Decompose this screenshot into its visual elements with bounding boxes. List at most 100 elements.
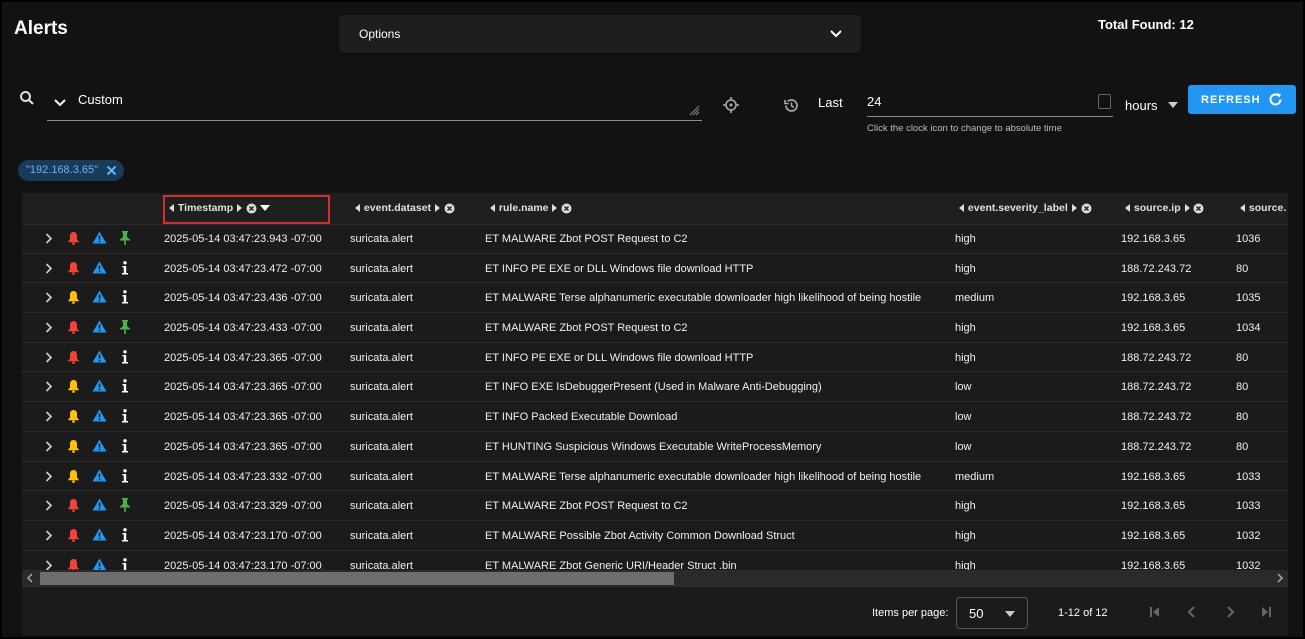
bell-icon[interactable] xyxy=(67,290,80,305)
table-row[interactable]: 2025-05-14 03:47:23.365 -07:00 suricata.a… xyxy=(22,402,1288,432)
move-right-icon[interactable] xyxy=(551,204,558,213)
chevron-right-icon[interactable] xyxy=(45,292,53,303)
pin-icon[interactable] xyxy=(119,231,131,245)
table-row[interactable]: 2025-05-14 03:47:23.365 -07:00 suricata.a… xyxy=(22,343,1288,373)
bell-icon[interactable] xyxy=(67,439,80,453)
chevron-right-icon[interactable] xyxy=(45,500,53,511)
chevron-right-icon[interactable] xyxy=(45,322,53,333)
warning-icon[interactable] xyxy=(92,469,107,482)
column-header-source-ip[interactable]: source.ip xyxy=(1124,202,1204,214)
warning-icon[interactable] xyxy=(92,528,107,541)
column-header-rule-name[interactable]: rule.name xyxy=(489,202,572,214)
table-row[interactable]: 2025-05-14 03:47:23.170 -07:00 suricata.a… xyxy=(22,521,1288,551)
warning-icon[interactable] xyxy=(92,439,107,452)
filter-chip[interactable]: "192.168.3.65" xyxy=(18,160,124,181)
info-icon[interactable] xyxy=(121,260,129,275)
chevron-down-icon[interactable] xyxy=(54,98,66,108)
table-row[interactable]: 2025-05-14 03:47:23.329 -07:00 suricata.a… xyxy=(22,491,1288,521)
time-unit-select[interactable]: hours xyxy=(1125,98,1158,113)
items-per-page-select[interactable]: 50 xyxy=(956,597,1028,629)
table-row[interactable]: 2025-05-14 03:47:23.943 -07:00 suricata.a… xyxy=(22,224,1288,254)
warning-icon[interactable] xyxy=(92,379,107,392)
number-spinner[interactable] xyxy=(1098,94,1111,109)
table-row[interactable]: 2025-05-14 03:47:23.365 -07:00 suricata.a… xyxy=(22,372,1288,403)
previous-page-icon[interactable] xyxy=(1186,606,1198,618)
scroll-right-icon[interactable] xyxy=(1276,573,1284,583)
table-row[interactable]: 2025-05-14 03:47:23.436 -07:00 suricata.a… xyxy=(22,283,1288,314)
refresh-button[interactable]: REFRESH xyxy=(1188,85,1296,114)
warning-icon[interactable] xyxy=(92,350,107,363)
info-icon[interactable] xyxy=(121,379,129,393)
column-header-timestamp[interactable]: Timestamp xyxy=(168,202,270,214)
move-left-icon[interactable] xyxy=(958,204,965,213)
remove-column-icon[interactable] xyxy=(1081,203,1092,214)
time-value-input[interactable]: 24 xyxy=(867,88,1113,117)
move-left-icon[interactable] xyxy=(168,204,175,213)
move-left-icon[interactable] xyxy=(489,204,496,213)
move-right-icon[interactable] xyxy=(434,204,441,213)
info-icon[interactable] xyxy=(121,527,129,542)
move-left-icon[interactable] xyxy=(1239,204,1246,213)
chevron-right-icon[interactable] xyxy=(45,470,53,482)
warning-icon[interactable] xyxy=(92,261,107,274)
chevron-right-icon[interactable] xyxy=(45,411,53,422)
chevron-right-icon[interactable] xyxy=(45,530,53,541)
info-icon[interactable] xyxy=(121,290,129,304)
chevron-right-icon[interactable] xyxy=(45,559,53,571)
info-icon[interactable] xyxy=(121,438,129,453)
bell-icon[interactable] xyxy=(67,350,80,364)
bell-icon[interactable] xyxy=(67,320,80,334)
caret-down-icon[interactable] xyxy=(1168,102,1178,108)
close-icon[interactable] xyxy=(106,165,117,176)
bell-icon[interactable] xyxy=(67,528,80,542)
bell-icon[interactable] xyxy=(67,261,80,275)
warning-icon[interactable] xyxy=(92,498,107,511)
chevron-right-icon[interactable] xyxy=(45,381,53,393)
table-row[interactable]: 2025-05-14 03:47:23.433 -07:00 suricata.a… xyxy=(22,313,1288,343)
last-page-icon[interactable] xyxy=(1260,606,1272,618)
next-page-icon[interactable] xyxy=(1224,606,1236,618)
bell-icon[interactable] xyxy=(67,469,80,483)
move-right-icon[interactable] xyxy=(1071,204,1078,213)
move-left-icon[interactable] xyxy=(354,204,361,213)
scroll-left-icon[interactable] xyxy=(26,573,34,583)
table-row[interactable]: 2025-05-14 03:47:23.332 -07:00 suricata.a… xyxy=(22,462,1288,492)
chevron-right-icon[interactable] xyxy=(45,263,53,274)
horizontal-scrollbar[interactable] xyxy=(22,570,1288,587)
warning-icon[interactable] xyxy=(92,290,107,303)
query-input[interactable]: Custom xyxy=(47,84,702,121)
warning-icon[interactable] xyxy=(92,320,107,333)
remove-column-icon[interactable] xyxy=(444,203,455,214)
pin-icon[interactable] xyxy=(119,498,131,513)
pin-icon[interactable] xyxy=(119,320,131,335)
column-header-event-dataset[interactable]: event.dataset xyxy=(354,202,455,214)
history-clock-icon[interactable] xyxy=(783,97,800,114)
bell-icon[interactable] xyxy=(67,409,80,424)
table-row[interactable]: 2025-05-14 03:47:23.365 -07:00 suricata.a… xyxy=(22,432,1288,462)
column-header-source-port[interactable]: source. xyxy=(1239,202,1286,214)
remove-column-icon[interactable] xyxy=(246,203,257,214)
column-header-severity[interactable]: event.severity_label xyxy=(958,202,1092,214)
chevron-right-icon[interactable] xyxy=(45,233,53,244)
bell-icon[interactable] xyxy=(67,498,80,513)
move-right-icon[interactable] xyxy=(1184,204,1191,213)
warning-icon[interactable] xyxy=(92,231,107,244)
remove-column-icon[interactable] xyxy=(1193,203,1204,214)
warning-icon[interactable] xyxy=(92,409,107,422)
bell-icon[interactable] xyxy=(67,379,80,394)
info-icon[interactable] xyxy=(121,349,129,364)
crosshair-icon[interactable] xyxy=(723,97,739,113)
options-dropdown[interactable]: Options xyxy=(339,15,861,53)
sort-desc-icon[interactable] xyxy=(259,205,270,212)
resize-handle-icon[interactable] xyxy=(688,104,700,116)
remove-column-icon[interactable] xyxy=(561,203,572,214)
chevron-right-icon[interactable] xyxy=(45,352,53,363)
chevron-right-icon[interactable] xyxy=(45,441,53,452)
warning-icon[interactable] xyxy=(92,558,107,571)
scrollbar-thumb[interactable] xyxy=(40,572,674,585)
move-left-icon[interactable] xyxy=(1124,204,1131,213)
search-icon[interactable] xyxy=(19,90,35,106)
info-icon[interactable] xyxy=(121,409,129,423)
info-icon[interactable] xyxy=(121,468,129,483)
first-page-icon[interactable] xyxy=(1149,606,1161,618)
